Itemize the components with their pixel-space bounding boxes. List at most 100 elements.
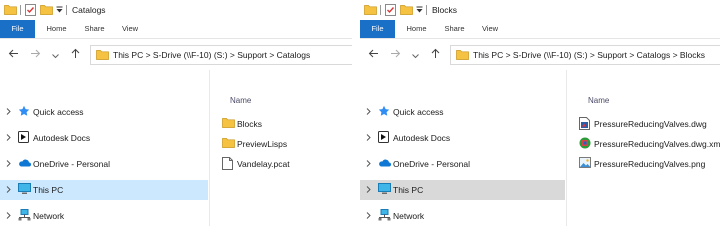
image-file-icon <box>579 157 591 170</box>
tab-file[interactable]: File <box>0 20 35 38</box>
navigation-bar: This PC > S-Drive (\\F-10) (S:) > Suppor… <box>360 38 720 70</box>
tab-file[interactable]: File <box>360 20 395 38</box>
navigation-pane: Quick access Autodesk Docs OneDrive - Pe… <box>360 70 565 226</box>
computer-icon <box>18 183 31 197</box>
nav-item-quick-access[interactable]: Quick access <box>0 102 208 122</box>
nav-item-autodesk-docs[interactable]: Autodesk Docs <box>360 128 565 148</box>
address-path: This PC > S-Drive (\\F-10) (S:) > Suppor… <box>473 50 705 60</box>
nav-label: This PC <box>33 185 64 195</box>
chevron-right-icon[interactable] <box>366 186 371 195</box>
chevron-right-icon[interactable] <box>366 134 371 143</box>
address-bar[interactable]: This PC > S-Drive (\\F-10) (S:) > Suppor… <box>450 45 720 65</box>
file-item[interactable]: PressureReducingValves.png <box>579 156 719 172</box>
file-list-pane: Name PressureReducingValves.dwg Pressure… <box>566 70 720 226</box>
file-name: PressureReducingValves.dwg.xml <box>594 139 720 149</box>
window-title: Catalogs <box>72 5 106 15</box>
chevron-right-icon[interactable] <box>366 160 371 169</box>
onedrive-cloud-icon <box>378 159 391 169</box>
window-title: Blocks <box>432 5 458 15</box>
nav-item-autodesk-docs[interactable]: Autodesk Docs <box>0 128 208 148</box>
title-bar: Blocks <box>360 0 720 20</box>
ribbon-tabs: File Home Share View <box>0 20 352 39</box>
star-icon <box>18 105 30 119</box>
nav-label: Autodesk Docs <box>393 133 451 143</box>
nav-label: Network <box>33 211 65 221</box>
new-folder-icon[interactable] <box>40 4 53 17</box>
folder-icon <box>456 49 469 62</box>
autodesk-drive-icon <box>18 131 29 145</box>
nav-item-this-pc[interactable]: This PC <box>360 180 565 200</box>
computer-icon <box>378 183 391 197</box>
back-arrow-icon[interactable] <box>368 48 379 61</box>
up-arrow-icon[interactable] <box>70 48 81 61</box>
nav-item-network[interactable]: Network <box>0 206 208 226</box>
chevron-right-icon[interactable] <box>6 160 11 169</box>
tab-home[interactable]: Home <box>400 20 433 38</box>
column-header-name[interactable]: Name <box>588 96 609 105</box>
column-header-name[interactable]: Name <box>230 96 251 105</box>
chevron-right-icon[interactable] <box>6 134 11 143</box>
file-name: PressureReducingValves.png <box>594 159 706 169</box>
nav-label: Autodesk Docs <box>33 133 91 143</box>
folder-icon <box>96 49 109 62</box>
new-folder-icon[interactable] <box>400 4 413 17</box>
star-icon <box>378 105 390 119</box>
properties-icon[interactable] <box>25 4 36 18</box>
recent-locations-chevron-icon[interactable] <box>412 52 419 61</box>
customize-toolbar-icon[interactable] <box>56 6 63 16</box>
folder-icon <box>222 117 235 130</box>
xml-file-icon <box>579 137 591 151</box>
file-name: PreviewLisps <box>237 139 288 149</box>
recent-locations-chevron-icon[interactable] <box>52 52 59 61</box>
nav-item-quick-access[interactable]: Quick access <box>360 102 565 122</box>
folder-icon <box>4 4 17 17</box>
back-arrow-icon[interactable] <box>8 48 19 61</box>
forward-arrow-icon[interactable] <box>390 48 401 61</box>
file-name: Blocks <box>237 119 263 129</box>
nav-label: OneDrive - Personal <box>393 159 471 169</box>
nav-label: Network <box>393 211 425 221</box>
network-icon <box>18 209 31 223</box>
customize-toolbar-icon[interactable] <box>416 6 423 16</box>
title-bar: Catalogs <box>0 0 352 20</box>
tab-home[interactable]: Home <box>40 20 73 38</box>
tab-view[interactable]: View <box>115 20 145 38</box>
nav-item-onedrive[interactable]: OneDrive - Personal <box>0 154 208 174</box>
folder-icon <box>222 137 235 150</box>
nav-item-this-pc[interactable]: This PC <box>0 180 208 200</box>
folder-icon <box>364 4 377 17</box>
nav-item-onedrive[interactable]: OneDrive - Personal <box>360 154 565 174</box>
ribbon-tabs: File Home Share View <box>360 20 720 39</box>
chevron-right-icon[interactable] <box>366 108 371 117</box>
chevron-right-icon[interactable] <box>6 108 11 117</box>
file-item[interactable]: PreviewLisps <box>222 136 352 152</box>
up-arrow-icon[interactable] <box>430 48 441 61</box>
tab-share[interactable]: Share <box>78 20 111 38</box>
explorer-window-blocks: Blocks File Home Share View This PC > S-… <box>360 0 720 226</box>
file-item[interactable]: PressureReducingValves.dwg <box>579 116 719 132</box>
file-item[interactable]: Blocks <box>222 116 352 132</box>
tab-share[interactable]: Share <box>438 20 471 38</box>
nav-label: Quick access <box>393 107 444 117</box>
file-item[interactable]: PressureReducingValves.dwg.xml <box>579 136 720 152</box>
forward-arrow-icon[interactable] <box>30 48 41 61</box>
tab-view[interactable]: View <box>475 20 505 38</box>
chevron-right-icon[interactable] <box>6 212 11 221</box>
autodesk-drive-icon <box>378 131 389 145</box>
dwg-file-icon <box>579 117 590 132</box>
chevron-right-icon[interactable] <box>366 212 371 221</box>
properties-icon[interactable] <box>385 4 396 18</box>
file-name: Vandelay.pcat <box>237 159 290 169</box>
file-name: PressureReducingValves.dwg <box>594 119 707 129</box>
file-list-pane: Name Blocks PreviewLisps Vandelay.pcat <box>209 70 352 226</box>
chevron-right-icon[interactable] <box>6 186 11 195</box>
nav-item-network[interactable]: Network <box>360 206 565 226</box>
onedrive-cloud-icon <box>18 159 31 169</box>
nav-label: Quick access <box>33 107 84 117</box>
nav-label: This PC <box>393 185 424 195</box>
file-item[interactable]: Vandelay.pcat <box>222 156 352 172</box>
address-bar[interactable]: This PC > S-Drive (\\F-10) (S:) > Suppor… <box>90 45 352 65</box>
network-icon <box>378 209 391 223</box>
explorer-window-catalogs: Catalogs File Home Share View This PC > … <box>0 0 352 226</box>
nav-label: OneDrive - Personal <box>33 159 111 169</box>
